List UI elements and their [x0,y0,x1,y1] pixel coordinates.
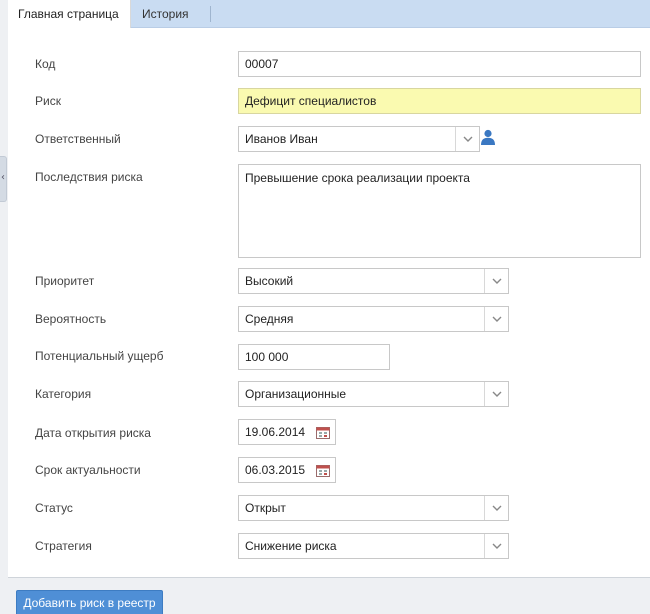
risk-label: Риск [35,94,61,108]
open-date-value: 19.06.2014 [245,425,306,439]
add-risk-button[interactable]: Добавить риск в реестр [16,590,163,614]
open-date-label: Дата открытия риска [35,426,151,440]
relevance-date-value: 06.03.2015 [245,463,306,477]
strategy-value: Снижение риска [245,539,337,553]
code-value: 00007 [245,57,279,71]
user-icon[interactable] [480,129,496,145]
category-select[interactable]: Организационные [238,381,509,407]
responsible-select[interactable]: Иванов Иван [238,126,480,152]
priority-value: Высокий [245,274,294,288]
calendar-icon[interactable] [311,458,335,482]
chevron-down-icon[interactable] [484,496,508,520]
damage-value: 100 000 [245,350,289,364]
consequences-label: Последствия риска [35,170,143,184]
code-field[interactable]: 00007 [238,51,641,77]
category-label: Категория [35,387,92,401]
open-date-field[interactable]: 19.06.2014 [238,419,336,445]
tab-bar: Главная страница История [8,0,650,29]
responsible-label: Ответственный [35,132,121,146]
collapse-left-icon: ‹ [1,172,5,183]
responsible-value: Иванов Иван [245,132,318,146]
form-panel: Код 00007 Риск Дефицит специалистов Отве… [8,28,650,578]
category-value: Организационные [245,387,347,401]
probability-select[interactable]: Средняя [238,306,509,332]
probability-value: Средняя [245,312,294,326]
consequences-value: Превышение срока реализации проекта [245,171,470,185]
priority-select[interactable]: Высокий [238,268,509,294]
risk-field[interactable]: Дефицит специалистов [238,88,641,114]
chevron-down-icon[interactable] [484,269,508,293]
risk-value: Дефицит специалистов [245,94,377,108]
tab-main[interactable]: Главная страница [8,0,131,29]
consequences-textarea[interactable]: Превышение срока реализации проекта [238,164,641,258]
strategy-select[interactable]: Снижение риска [238,533,509,559]
strategy-label: Стратегия [35,539,92,553]
calendar-icon[interactable] [311,420,335,444]
code-label: Код [35,57,56,71]
status-select[interactable]: Открыт [238,495,509,521]
status-value: Открыт [245,501,286,515]
damage-field[interactable]: 100 000 [238,344,390,370]
tab-separator [210,6,211,22]
chevron-down-icon[interactable] [455,127,479,151]
collapse-handle[interactable]: ‹ [0,156,7,202]
chevron-down-icon[interactable] [484,534,508,558]
relevance-date-field[interactable]: 06.03.2015 [238,457,336,483]
probability-label: Вероятность [35,312,107,326]
status-label: Статус [35,501,73,515]
damage-label: Потенциальный ущерб [35,349,164,363]
relevance-date-label: Срок актуальности [35,463,141,477]
tab-history[interactable]: История [132,0,210,28]
priority-label: Приоритет [35,274,95,288]
chevron-down-icon[interactable] [484,382,508,406]
chevron-down-icon[interactable] [484,307,508,331]
